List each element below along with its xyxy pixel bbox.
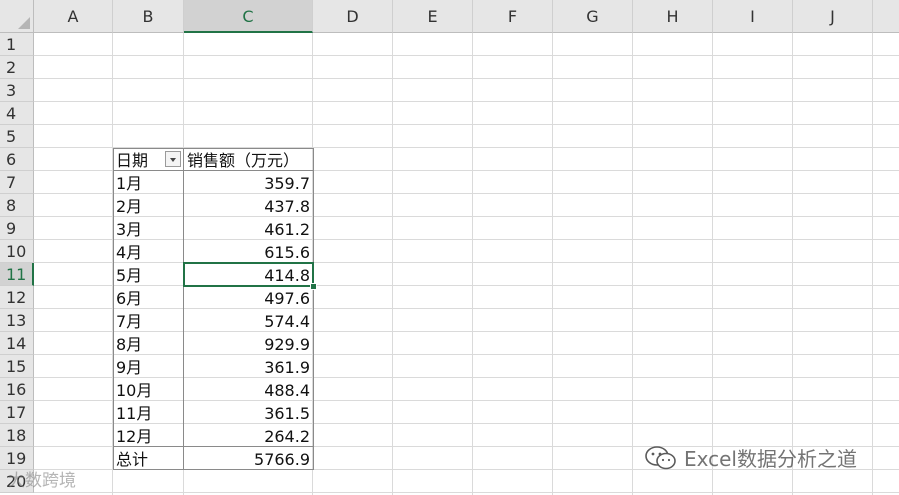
pivot-row-value[interactable]: 497.6	[184, 286, 313, 309]
gridline-horizontal	[34, 101, 899, 102]
column-header-a[interactable]: A	[34, 0, 113, 33]
column-header-b[interactable]: B	[113, 0, 184, 33]
column-header-h[interactable]: H	[633, 0, 713, 33]
gridline-horizontal	[34, 492, 899, 493]
select-all-icon	[18, 17, 30, 29]
row-header-7[interactable]: 7	[0, 171, 34, 194]
pivot-row-label[interactable]: 12月	[113, 424, 184, 447]
pivot-row-label[interactable]: 3月	[113, 217, 184, 240]
row-header-6[interactable]: 6	[0, 148, 34, 171]
gridline-vertical	[392, 33, 393, 495]
gridline-horizontal	[34, 124, 899, 125]
gridline-vertical	[872, 33, 873, 495]
pivot-row-label[interactable]: 4月	[113, 240, 184, 263]
row-header-12[interactable]: 12	[0, 286, 34, 309]
row-header-16[interactable]: 16	[0, 378, 34, 401]
pivot-row-label[interactable]: 6月	[113, 286, 184, 309]
pivot-row-label[interactable]: 10月	[113, 378, 184, 401]
pivot-row-value[interactable]: 361.5	[184, 401, 313, 424]
filter-dropdown-icon	[170, 158, 176, 162]
filter-dropdown-button[interactable]	[165, 151, 181, 167]
gridline-horizontal	[34, 55, 899, 56]
pivot-row-label[interactable]: 2月	[113, 194, 184, 217]
gridline-vertical	[472, 33, 473, 495]
watermark-left-text: 大数跨境	[8, 471, 76, 491]
gridline-vertical	[792, 33, 793, 495]
row-header-2[interactable]: 2	[0, 56, 34, 79]
row-header-14[interactable]: 14	[0, 332, 34, 355]
pivot-row-value[interactable]: 359.7	[184, 171, 313, 194]
column-header-e[interactable]: E	[393, 0, 473, 33]
row-header-17[interactable]: 17	[0, 401, 34, 424]
row-header-18[interactable]: 18	[0, 424, 34, 447]
watermark-left: 大数跨境	[8, 466, 76, 491]
pivot-header-sales[interactable]: 销售额（万元）	[184, 148, 313, 171]
pivot-row-value[interactable]: 437.8	[184, 194, 313, 217]
watermark-brand-text: Excel数据分析之道	[684, 447, 857, 471]
row-header-9[interactable]: 9	[0, 217, 34, 240]
pivot-row-value[interactable]: 461.2	[184, 217, 313, 240]
column-header-j[interactable]: J	[793, 0, 873, 33]
pivot-row-label[interactable]: 7月	[113, 309, 184, 332]
pivot-row-label[interactable]: 1月	[113, 171, 184, 194]
pivot-row-label[interactable]: 5月	[113, 263, 184, 286]
pivot-row-value[interactable]: 929.9	[184, 332, 313, 355]
spreadsheet[interactable]: ABCDEFGHIJ 1 2 3 4 5 6 7 8 9 10 11 12 13 14 15 16 17 18 19…	[0, 0, 899, 495]
pivot-total-value[interactable]: 5766.9	[184, 447, 313, 470]
column-header-d[interactable]: D	[313, 0, 393, 33]
fill-handle[interactable]	[310, 283, 317, 290]
row-header-1[interactable]: 1	[0, 33, 34, 56]
gridline-vertical	[632, 33, 633, 495]
row-header-15[interactable]: 15	[0, 355, 34, 378]
pivot-row-value[interactable]: 615.6	[184, 240, 313, 263]
row-header-10[interactable]: 10	[0, 240, 34, 263]
column-header-i[interactable]: I	[713, 0, 793, 33]
pivot-row-label[interactable]: 11月	[113, 401, 184, 424]
pivot-row-label[interactable]: 8月	[113, 332, 184, 355]
pivot-row-value[interactable]: 414.8	[184, 263, 313, 286]
row-header-5[interactable]: 5	[0, 125, 34, 148]
pivot-row-value[interactable]: 264.2	[184, 424, 313, 447]
column-header-next[interactable]	[873, 0, 899, 33]
row-header-4[interactable]: 4	[0, 102, 34, 125]
select-all-button[interactable]	[0, 0, 34, 33]
wechat-icon	[644, 445, 678, 476]
column-header-c[interactable]: C	[184, 0, 313, 33]
row-header-13[interactable]: 13	[0, 309, 34, 332]
pivot-row-value[interactable]: 574.4	[184, 309, 313, 332]
column-header-f[interactable]: F	[473, 0, 553, 33]
watermark-brand: Excel数据分析之道	[644, 443, 857, 476]
pivot-row-value[interactable]: 488.4	[184, 378, 313, 401]
pivot-row-label[interactable]: 9月	[113, 355, 184, 378]
gridline-vertical	[712, 33, 713, 495]
column-header-g[interactable]: G	[553, 0, 633, 33]
gridline-horizontal	[34, 78, 899, 79]
row-header-8[interactable]: 8	[0, 194, 34, 217]
pivot-row-value[interactable]: 361.9	[184, 355, 313, 378]
row-header-11[interactable]: 11	[0, 263, 34, 286]
gridline-vertical	[552, 33, 553, 495]
pivot-total-label[interactable]: 总计	[113, 447, 184, 470]
row-header-3[interactable]: 3	[0, 79, 34, 102]
